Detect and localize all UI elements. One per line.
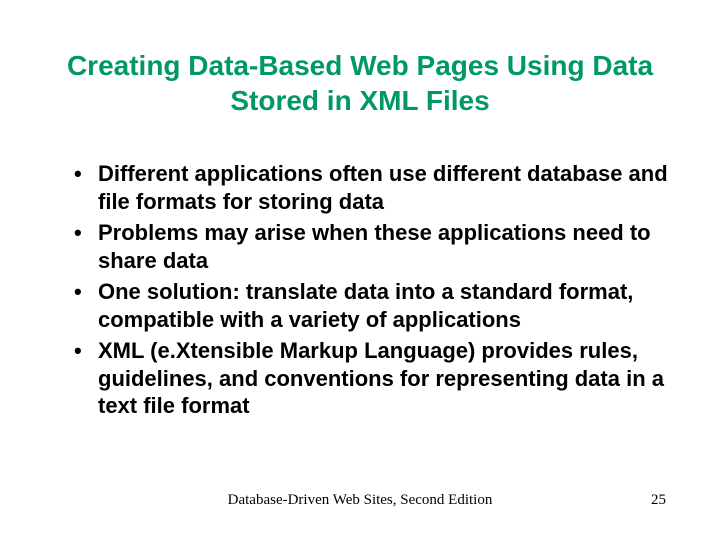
footer-page-number: 25 <box>651 492 666 509</box>
bullet-list: Different applications often use differe… <box>70 160 670 420</box>
list-item: One solution: translate data into a stan… <box>70 278 670 333</box>
footer-source: Database-Driven Web Sites, Second Editio… <box>0 492 720 509</box>
list-item: Different applications often use differe… <box>70 160 670 215</box>
slide: Creating Data-Based Web Pages Using Data… <box>0 0 720 540</box>
slide-footer: Database-Driven Web Sites, Second Editio… <box>0 492 720 512</box>
list-item: Problems may arise when these applicatio… <box>70 219 670 274</box>
slide-title: Creating Data-Based Web Pages Using Data… <box>54 48 666 118</box>
slide-body: Different applications often use differe… <box>70 160 670 424</box>
list-item: XML (e.Xtensible Markup Language) provid… <box>70 337 670 420</box>
